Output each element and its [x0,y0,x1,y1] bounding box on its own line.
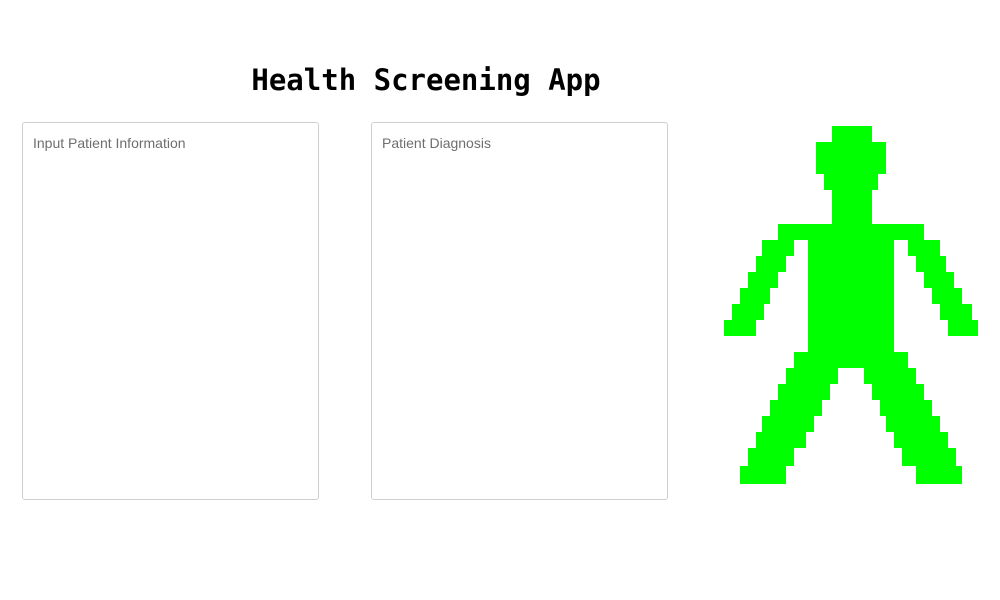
human-body-figure-icon [724,126,978,484]
patient-information-input[interactable] [22,122,319,500]
patient-diagnosis-output[interactable] [371,122,668,500]
app-title: Health Screening App [251,63,601,97]
